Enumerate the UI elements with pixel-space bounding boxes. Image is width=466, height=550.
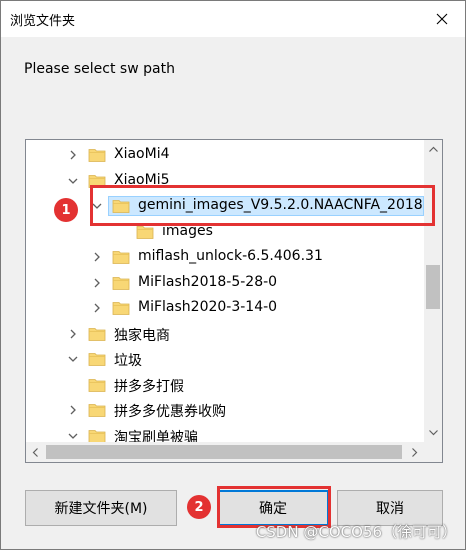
vertical-scrollbar[interactable]: [424, 140, 442, 442]
chevron-right-icon[interactable]: [66, 148, 80, 162]
folder-icon: [88, 401, 106, 419]
tree-item[interactable]: miflash_unlock-6.5.406.31: [26, 244, 424, 270]
tree-item-label: miflash_unlock-6.5.406.31: [138, 248, 323, 264]
folder-icon: [88, 325, 106, 343]
tree-item[interactable]: 垃圾: [26, 346, 424, 372]
folder-icon: [136, 223, 154, 241]
close-icon: [436, 13, 448, 25]
tree-item[interactable]: 独家电商: [26, 321, 424, 347]
chevron-right-icon[interactable]: [66, 403, 80, 417]
tree-item[interactable]: MiFlash2018-5-28-0: [26, 270, 424, 296]
scroll-down-button[interactable]: [424, 424, 442, 442]
chevron-up-icon: [428, 146, 438, 152]
chevron-right-icon: [412, 447, 418, 457]
chevron-right-icon[interactable]: [90, 301, 104, 315]
folder-tree[interactable]: XiaoMi4 XiaoMi5 gemini_images_V9.5.2.0.NAA…: [25, 139, 443, 463]
scrollbar-corner: [424, 442, 442, 462]
folder-icon: [88, 146, 106, 164]
folder-tree-viewport: XiaoMi4 XiaoMi5 gemini_images_V9.5.2.0.NAA…: [26, 140, 424, 442]
close-button[interactable]: [419, 1, 465, 37]
chevron-left-icon: [32, 447, 38, 457]
folder-icon: [112, 299, 130, 317]
folder-icon: [112, 248, 130, 266]
scroll-left-button[interactable]: [26, 442, 44, 462]
chevron-right-icon[interactable]: [90, 276, 104, 290]
watermark: CSDN @COCO56（徐可可）: [255, 523, 457, 541]
folder-icon: [88, 350, 106, 368]
chevron-down-icon[interactable]: [66, 174, 80, 188]
tree-item[interactable]: 拼多多打假: [26, 372, 424, 398]
tree-item-label: 淘宝刷单被骗: [114, 429, 198, 443]
chevron-right-icon[interactable]: [90, 250, 104, 264]
chevron-down-icon[interactable]: [66, 352, 80, 366]
tree-item-label: XiaoMi5: [114, 171, 170, 188]
tree-item[interactable]: MiFlash2020-3-14-0: [26, 295, 424, 321]
tree-item-label: MiFlash2018-5-28-0: [138, 273, 278, 290]
browse-folder-dialog: 浏览文件夹 Please select sw path XiaoMi4 XiaoM…: [0, 0, 466, 550]
tree-item-label: 独家电商: [114, 327, 170, 344]
chevron-down-icon: [428, 430, 438, 436]
tree-item[interactable]: 拼多多优惠券收购: [26, 397, 424, 423]
tree-item[interactable]: images: [26, 219, 424, 245]
tree-item[interactable]: 淘宝刷单被骗: [26, 423, 424, 443]
folder-icon: [112, 274, 130, 292]
chevron-down-icon[interactable]: [66, 429, 80, 443]
tree-item-label: gemini_images_V9.5.2.0.NAACNFA_2018: [138, 197, 423, 213]
vertical-scroll-thumb[interactable]: [426, 265, 440, 309]
tree-item-label: XiaoMi4: [114, 146, 170, 162]
tree-item-selected[interactable]: gemini_images_V9.5.2.0.NAACNFA_2018: [26, 193, 424, 219]
folder-icon: [88, 172, 106, 190]
tree-item-label: 拼多多优惠券收购: [114, 404, 226, 420]
tree-item[interactable]: XiaoMi4: [26, 142, 424, 168]
annotation-badge-2: 2: [187, 495, 211, 519]
window-title: 浏览文件夹: [10, 14, 76, 29]
scroll-right-button[interactable]: [406, 442, 424, 462]
horizontal-scrollbar[interactable]: [26, 442, 442, 462]
tree-item-label: images: [162, 222, 213, 239]
title-bar[interactable]: 浏览文件夹: [1, 1, 465, 37]
chevron-right-icon[interactable]: [66, 327, 80, 341]
horizontal-scroll-thumb[interactable]: [46, 445, 402, 459]
chevron-down-icon[interactable]: [90, 199, 104, 213]
folder-icon: [88, 427, 106, 442]
annotation-badge-1: 1: [54, 198, 78, 222]
tree-item[interactable]: XiaoMi5: [26, 168, 424, 194]
tree-item-label: 拼多多打假: [114, 378, 184, 395]
tree-item-label: 垃圾: [114, 353, 142, 369]
tree-item-label: MiFlash2020-3-14-0: [138, 299, 278, 315]
prompt-text: Please select sw path: [24, 61, 175, 77]
folder-icon: [112, 197, 130, 215]
new-folder-button[interactable]: 新建文件夹(M): [25, 490, 177, 526]
folder-icon: [88, 376, 106, 394]
scroll-up-button[interactable]: [424, 140, 442, 158]
